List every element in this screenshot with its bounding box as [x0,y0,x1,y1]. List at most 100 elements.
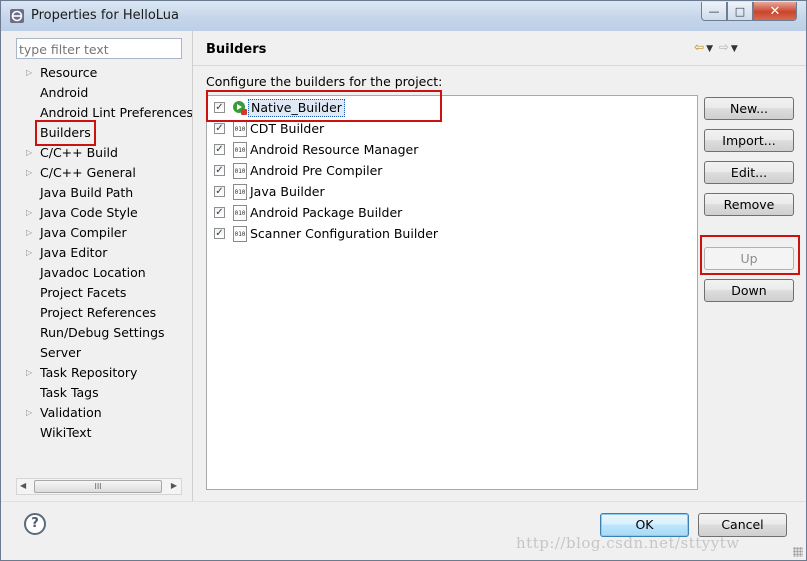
forward-arrow-icon[interactable]: ⇨ [719,40,729,54]
title-bar[interactable]: Properties for HelloLua — □ ✕ [1,1,806,31]
builder-label: Android Resource Manager [250,142,419,157]
nav-item-label: Java Build Path [40,185,134,200]
close-button[interactable]: ✕ [753,2,797,21]
sash-divider[interactable] [192,31,193,501]
back-menu-chevron-icon[interactable]: ▼ [706,44,713,54]
binary-builder-icon: 010 [233,226,247,242]
nav-item[interactable]: Run/Debug Settings [16,323,182,343]
builders-list[interactable]: ✓ Native_Builder ✓ 010 CDT Builder ✓ 010 Androi… [206,95,698,490]
nav-item-label: C/C++ Build [40,145,118,160]
expand-arrow-icon[interactable]: ▷ [26,403,32,423]
expand-arrow-icon[interactable]: ▷ [26,163,32,183]
scroll-right-icon[interactable]: ▶ [171,481,177,490]
nav-item[interactable]: WikiText [16,423,182,443]
property-page-tree: ▷ Resource Android Android Lint Preferences… [16,63,193,443]
builder-label: CDT Builder [250,121,325,136]
nav-item[interactable]: Builders [16,120,182,146]
nav-item-label: Android Lint Preferences [40,105,194,120]
scroll-left-icon[interactable]: ◀ [20,481,26,490]
nav-item[interactable]: ▷ C/C++ General [16,163,182,183]
nav-item-label: Javadoc Location [40,265,146,280]
nav-item-label: Run/Debug Settings [40,325,165,340]
minimize-icon: — [708,4,720,18]
nav-item-label: Java Editor [40,245,108,260]
highlight-up-button [700,235,800,275]
page-history-nav: ⇦ ▼ ⇨ ▼ [694,40,740,54]
binary-builder-icon: 010 [233,142,247,158]
expand-arrow-icon[interactable]: ▷ [26,223,32,243]
highlight-native-builder [206,90,442,122]
resize-grip-icon[interactable] [793,547,803,557]
window-title: Properties for HelloLua [31,8,180,23]
nav-item[interactable]: Project References [16,303,182,323]
nav-item-label: Task Repository [40,365,138,380]
tree-horizontal-scrollbar[interactable]: ◀ III ▶ [16,478,182,495]
watermark-text: http://blog.csdn.net/sttyytw [516,534,740,552]
nav-item[interactable]: Javadoc Location [16,263,182,283]
expand-arrow-icon[interactable]: ▷ [26,143,32,163]
filter-input[interactable] [19,40,179,58]
nav-item[interactable]: ▷ Resource [16,63,182,83]
close-icon: ✕ [769,3,781,19]
builder-checkbox[interactable]: ✓ [214,144,225,155]
edit-button[interactable]: Edit... [704,161,794,184]
scroll-thumb[interactable]: III [34,480,162,493]
remove-button[interactable]: Remove [704,193,794,216]
nav-item[interactable]: Android [16,83,182,103]
nav-item[interactable]: Project Facets [16,283,182,303]
builder-checkbox[interactable]: ✓ [214,165,225,176]
builder-checkbox[interactable]: ✓ [214,186,225,197]
down-button[interactable]: Down [704,279,794,302]
nav-item-label: Project Facets [40,285,127,300]
maximize-icon: □ [734,4,746,18]
nav-item[interactable]: ▷ C/C++ Build [16,143,182,163]
footer-separator [1,501,806,502]
nav-item[interactable]: ▷ Java Code Style [16,203,182,223]
builder-checkbox[interactable]: ✓ [214,228,225,239]
expand-arrow-icon[interactable]: ▷ [26,63,32,83]
expand-arrow-icon[interactable]: ▷ [26,203,32,223]
minimize-button[interactable]: — [701,2,727,21]
nav-item-label: Task Tags [40,385,99,400]
binary-builder-icon: 010 [233,184,247,200]
builder-label: Android Package Builder [250,205,403,220]
binary-builder-icon: 010 [233,205,247,221]
builders-description: Configure the builders for the project: [206,74,443,89]
nav-item[interactable]: Android Lint Preferences [16,103,193,123]
header-separator [193,65,806,66]
nav-item[interactable]: Java Build Path [16,183,182,203]
properties-dialog: Properties for HelloLua — □ ✕ ▷ Resource A… [0,0,807,561]
expand-arrow-icon[interactable]: ▷ [26,363,32,383]
binary-builder-icon: 010 [233,121,247,137]
nav-item[interactable]: ▷ Java Compiler [16,223,182,243]
help-icon[interactable]: ? [24,513,46,535]
nav-item-label: WikiText [40,425,92,440]
binary-builder-icon: 010 [233,163,247,179]
nav-item-label: Server [40,345,81,360]
eclipse-app-icon [10,9,24,23]
new-button[interactable]: New... [704,97,794,120]
expand-arrow-icon[interactable]: ▷ [26,243,32,263]
import-button[interactable]: Import... [704,129,794,152]
maximize-button[interactable]: □ [727,2,753,21]
back-arrow-icon[interactable]: ⇦ [694,40,704,54]
nav-item[interactable]: ▷ Task Repository [16,363,182,383]
builder-label: Java Builder [250,184,325,199]
filter-field[interactable] [16,38,182,59]
nav-item[interactable]: ▷ Java Editor [16,243,182,263]
nav-item-label: Builders [35,120,96,146]
nav-item-label: Validation [40,405,102,420]
nav-item[interactable]: Task Tags [16,383,182,403]
builder-label: Scanner Configuration Builder [250,226,439,241]
nav-item[interactable]: Server [16,343,182,363]
nav-item-label: Project References [40,305,157,320]
nav-item-label: Android [40,85,89,100]
builder-checkbox[interactable]: ✓ [214,123,225,134]
page-title: Builders [206,42,267,57]
nav-item[interactable]: ▷ Validation [16,403,182,423]
nav-item-label: Resource [40,65,98,80]
builder-checkbox[interactable]: ✓ [214,207,225,218]
forward-menu-chevron-icon[interactable]: ▼ [731,44,738,54]
nav-item-label: C/C++ General [40,165,136,180]
builder-label: Android Pre Compiler [250,163,383,178]
